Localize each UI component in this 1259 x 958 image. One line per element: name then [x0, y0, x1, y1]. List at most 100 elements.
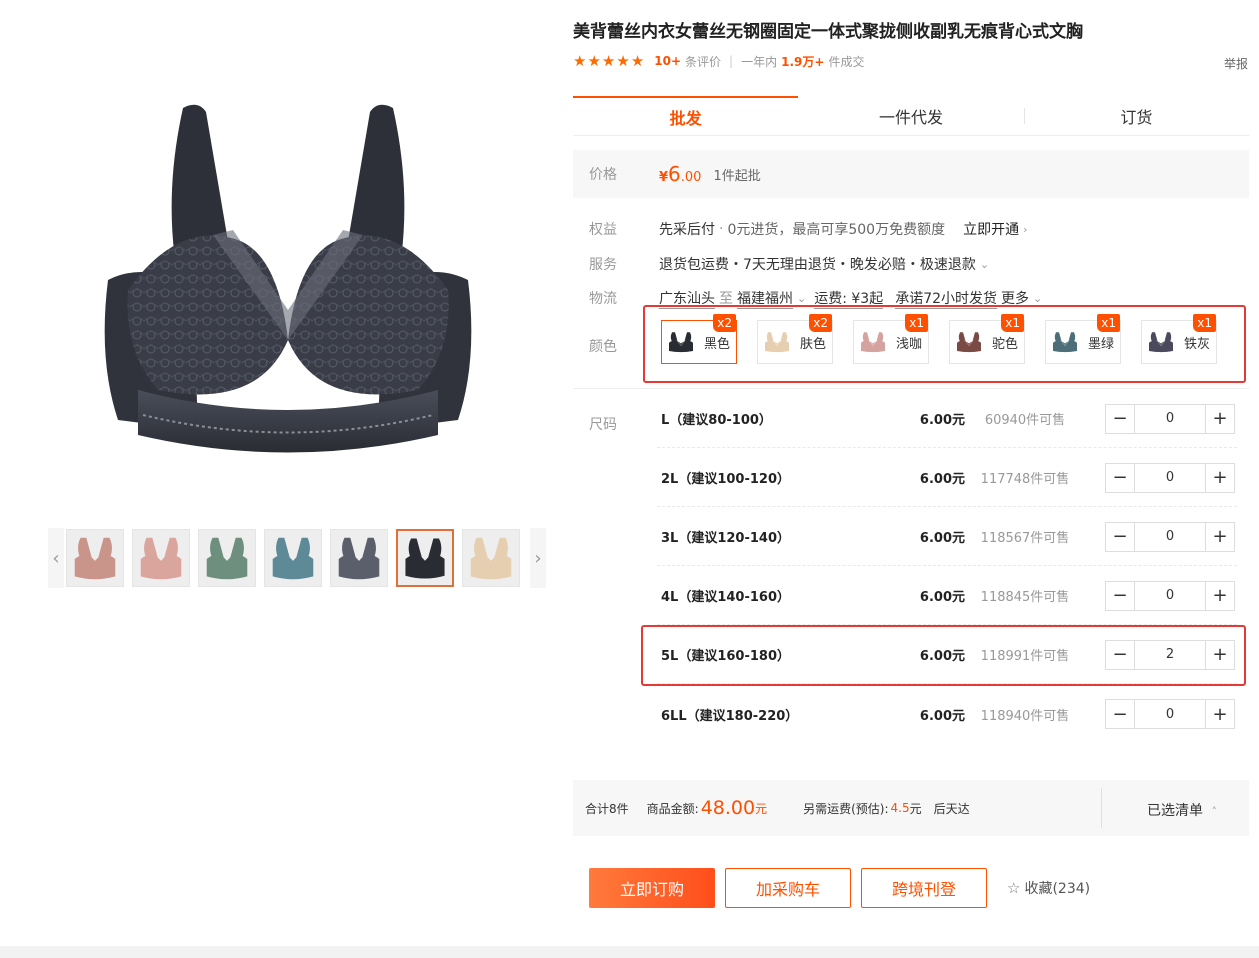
- color-swatch[interactable]: 浅咖 x1: [853, 314, 929, 364]
- plus-icon[interactable]: +: [1206, 523, 1234, 551]
- tab-dropship[interactable]: 一件代发: [798, 96, 1023, 135]
- logistics-more[interactable]: 更多: [1001, 288, 1029, 308]
- color-swatch[interactable]: 肤色 x2: [757, 314, 833, 364]
- price-label: 价格: [589, 167, 617, 183]
- minus-icon[interactable]: −: [1106, 405, 1134, 433]
- color-swatch[interactable]: 铁灰 x1: [1141, 314, 1217, 364]
- report-link[interactable]: 举报: [1224, 55, 1248, 72]
- size-row: 6LL（建议180-220） 6.00元 118940件可售 −0 +: [657, 685, 1237, 743]
- thumbnail-image[interactable]: [198, 529, 256, 587]
- rating-count[interactable]: 10+: [654, 54, 681, 68]
- color-name: 驼色: [992, 336, 1019, 352]
- thumbnail-picture: [133, 530, 189, 586]
- thumbnail-image[interactable]: [132, 529, 190, 587]
- logistics-from[interactable]: 广东汕头: [659, 288, 715, 309]
- minus-icon[interactable]: −: [1106, 523, 1134, 551]
- size-label: 尺码: [589, 417, 617, 433]
- favorite-button[interactable]: ☆ 收藏(234): [1007, 878, 1090, 898]
- sold-count: 1.9万+: [781, 54, 825, 69]
- star-icon: ★: [587, 51, 601, 70]
- price-box: 价格 ¥ 6 .00 1件起批: [573, 150, 1249, 198]
- color-quantity-badge: x1: [1193, 314, 1216, 332]
- summary-shipping-unit: 元: [909, 801, 922, 816]
- star-outline-icon: ☆: [1007, 879, 1021, 897]
- crossborder-listing-button[interactable]: 跨境刊登: [861, 868, 987, 908]
- minus-icon[interactable]: −: [1106, 641, 1134, 669]
- thumbnail-picture: [331, 530, 387, 586]
- add-to-cart-button[interactable]: 加采购车: [725, 868, 851, 908]
- color-swatch-image: [1053, 332, 1077, 353]
- quantity-input[interactable]: 2: [1134, 640, 1206, 669]
- dot-separator: ·: [719, 221, 724, 237]
- service-text[interactable]: 退货包运费・7天无理由退货・晚发必赔・极速退款: [659, 254, 976, 274]
- color-swatch[interactable]: 驼色 x1: [949, 314, 1025, 364]
- size-price: 6.00元: [919, 590, 965, 605]
- quantity-stepper: −0 +: [1105, 699, 1235, 729]
- logistics-to[interactable]: 福建福州: [737, 288, 793, 309]
- chevron-down-icon[interactable]: ⌄: [797, 292, 806, 305]
- chevron-right-icon: ›: [1023, 222, 1028, 236]
- purchase-mode-tabs: 批发 一件代发 订货: [573, 96, 1249, 136]
- rating-row: ★ ★ ★ ★ ★ 10+ 条评价 | 一年内 1.9万+ 件成交: [573, 52, 864, 70]
- color-swatch[interactable]: 墨绿 x1: [1045, 314, 1121, 364]
- size-stock: 118991件可售: [980, 649, 1070, 664]
- thumbnail-image[interactable]: [330, 529, 388, 587]
- size-row: 2L（建议100-120） 6.00元 117748件可售 −0 +: [657, 449, 1237, 507]
- size-stock: 118845件可售: [980, 590, 1070, 605]
- thumbnail-image[interactable]: [462, 529, 520, 587]
- summary-divider: [1101, 788, 1102, 828]
- size-row: L（建议80-100） 6.00元 60940件可售 −0 +: [657, 390, 1237, 448]
- thumbnail-prev-arrow-icon[interactable]: ‹: [48, 528, 64, 588]
- quantity-input[interactable]: 0: [1134, 463, 1206, 492]
- price-currency: ¥: [659, 170, 669, 185]
- size-price: 6.00元: [919, 649, 965, 664]
- action-buttons: 立即订购 加采购车 跨境刊登 ☆ 收藏(234): [589, 868, 1090, 908]
- quantity-input[interactable]: 0: [1134, 522, 1206, 551]
- rating-label: 条评价: [685, 54, 722, 69]
- logistics-row: 物流 广东汕头 至 福建福州 ⌄ 运费: ¥3起 承诺72小时发货 更多 ⌄: [589, 288, 1042, 309]
- quantity-stepper: −2 +: [1105, 639, 1235, 670]
- size-price: 6.00元: [919, 708, 965, 724]
- plus-icon[interactable]: +: [1206, 405, 1234, 433]
- color-quantity-badge: x2: [713, 314, 736, 332]
- order-now-button[interactable]: 立即订购: [589, 868, 715, 908]
- quantity-input[interactable]: 0: [1134, 700, 1206, 728]
- size-price: 6.00元: [919, 531, 965, 546]
- summary-amount: 48.00: [700, 797, 756, 819]
- rating-stars: ★ ★ ★ ★ ★: [573, 51, 644, 70]
- thumbnail-image[interactable]: [396, 529, 454, 587]
- summary-total-pieces: 合计8件: [585, 801, 629, 816]
- size-stock: 118940件可售: [980, 708, 1070, 724]
- minus-icon[interactable]: −: [1106, 700, 1134, 728]
- summary-eta: 后天达: [933, 801, 970, 816]
- tab-order[interactable]: 订货: [1023, 96, 1249, 135]
- plus-icon[interactable]: +: [1206, 700, 1234, 728]
- chevron-down-icon[interactable]: ⌄: [1033, 292, 1042, 305]
- plus-icon[interactable]: +: [1206, 582, 1234, 610]
- quantity-input[interactable]: 0: [1134, 581, 1206, 610]
- benefits-open-link[interactable]: 立即开通: [963, 219, 1019, 239]
- plus-icon[interactable]: +: [1206, 464, 1234, 492]
- minus-icon[interactable]: −: [1106, 464, 1134, 492]
- service-label: 服务: [589, 257, 617, 273]
- product-title: 美背蕾丝内衣女蕾丝无钢圈固定一体式聚拢侧收副乳无痕背心式文胸: [573, 22, 1083, 42]
- chevron-down-icon[interactable]: ⌄: [980, 258, 989, 271]
- color-quantity-badge: x1: [1097, 314, 1120, 332]
- size-price: 6.00元: [919, 472, 965, 487]
- main-product-image[interactable]: [88, 90, 488, 470]
- quantity-input[interactable]: 0: [1134, 404, 1206, 433]
- thumbnail-picture: [463, 530, 519, 586]
- color-swatch[interactable]: 黑色 x2: [661, 314, 737, 364]
- selected-list-toggle[interactable]: 已选清单 ˄: [1147, 800, 1217, 820]
- color-swatch-image: [861, 332, 885, 353]
- section-divider: [573, 388, 1249, 389]
- thumbnail-next-arrow-icon[interactable]: ›: [530, 528, 546, 588]
- thumbnail-image[interactable]: [264, 529, 322, 587]
- minus-icon[interactable]: −: [1106, 582, 1134, 610]
- tab-wholesale[interactable]: 批发: [573, 96, 799, 135]
- plus-icon[interactable]: +: [1206, 641, 1234, 669]
- summary-shipping-label: 另需运费(预估):: [803, 801, 889, 816]
- quantity-stepper: −0 +: [1105, 403, 1235, 434]
- footer-bar: [0, 946, 1259, 958]
- thumbnail-image[interactable]: [66, 529, 124, 587]
